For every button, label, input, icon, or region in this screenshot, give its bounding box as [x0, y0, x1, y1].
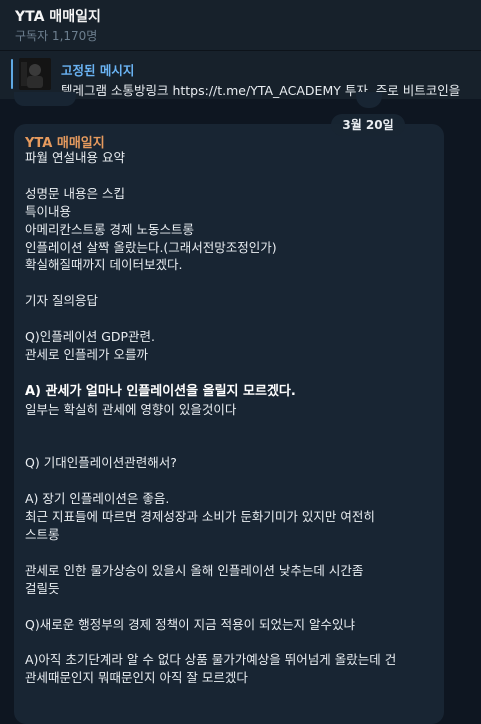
channel-header[interactable]: YTA 매매일지 구독자 1,170명 — [0, 0, 481, 50]
pinned-thumbnail[interactable] — [19, 58, 51, 90]
pinned-text: 텔레그램 소통방링크 https://t.me/YTA_ACADEMY 투자, … — [61, 83, 461, 98]
previous-message-bubble — [14, 92, 76, 106]
channel-title[interactable]: YTA 매매일지 — [15, 6, 101, 26]
message-text: 파월 연설내용 요약 성명문 내용은 스킵 특이내용 아메리칸스트롱 경제 노동… — [25, 149, 437, 687]
message-text-bold: A) 관세가 얼마나 인플레이션을 올릴지 모르겠다. — [25, 383, 296, 399]
pinned-indicator — [11, 59, 13, 89]
subscriber-count: 구독자 1,170명 — [15, 29, 98, 43]
pinned-title: 고정된 메시지 — [61, 63, 135, 78]
message-text-rest: 일부는 확실히 관세에 영향이 있을것이다 Q) 기대인플레이션관련해서? A)… — [25, 401, 397, 686]
message-text-intro: 파월 연설내용 요약 성명문 내용은 스킵 특이내용 아메리칸스트롱 경제 노동… — [25, 150, 277, 362]
date-separator: 3월 20일 — [331, 114, 405, 136]
